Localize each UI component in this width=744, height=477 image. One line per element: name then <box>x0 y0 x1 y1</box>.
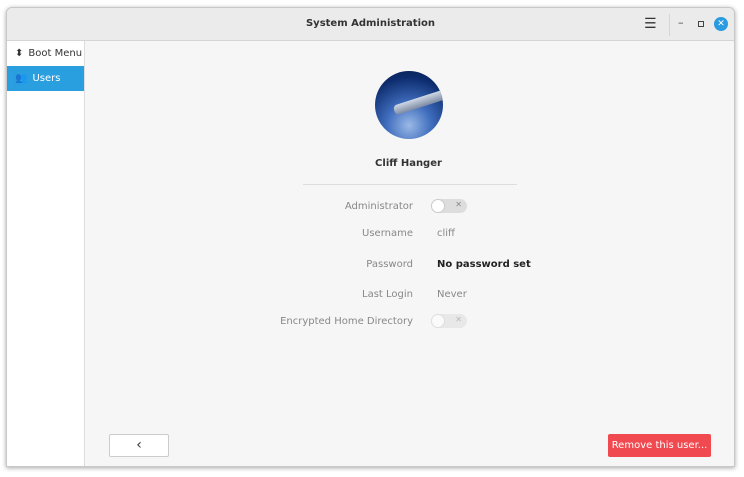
user-details: Cliff Hanger Administrator ✕ Username cl… <box>86 41 734 466</box>
app-window: System Administration ☰ – ✕ ⬍ Boot Menu 👥… <box>6 7 735 467</box>
username-value[interactable]: cliff <box>437 228 455 239</box>
administrator-label: Administrator <box>344 201 413 212</box>
chevron-up-down-icon: ⬍ <box>15 48 24 59</box>
last-login-label: Last Login <box>362 289 413 300</box>
minimize-button[interactable]: – <box>678 16 684 29</box>
administrator-row: Administrator ✕ <box>86 199 731 215</box>
last-login-row: Last Login Never <box>86 287 731 303</box>
administrator-toggle[interactable]: ✕ <box>431 199 467 213</box>
off-icon: ✕ <box>455 315 462 324</box>
username-label: Username <box>362 228 413 239</box>
sidebar-item-label: Boot Menu <box>28 48 83 59</box>
sidebar-item-boot-menu[interactable]: ⬍ Boot Menu <box>7 41 84 66</box>
encrypted-home-label: Encrypted Home Directory <box>280 316 413 327</box>
close-button[interactable]: ✕ <box>714 17 728 31</box>
avatar-wing-image <box>392 88 443 116</box>
password-value[interactable]: No password set <box>437 259 531 270</box>
divider <box>303 184 517 185</box>
username-row: Username cliff <box>86 226 731 242</box>
encrypted-home-toggle[interactable]: ✕ <box>431 314 467 328</box>
hamburger-menu-icon[interactable]: ☰ <box>644 17 657 31</box>
avatar[interactable] <box>375 71 443 139</box>
remove-user-button[interactable]: Remove this user... <box>608 434 711 457</box>
last-login-value: Never <box>437 289 467 300</box>
titlebar: System Administration ☰ – ✕ <box>7 8 734 41</box>
sidebar-item-label: Users <box>32 73 61 84</box>
encrypted-home-row: Encrypted Home Directory ✕ <box>86 314 731 330</box>
window-title: System Administration <box>305 18 436 29</box>
user-full-name[interactable]: Cliff Hanger <box>86 158 731 169</box>
password-label: Password <box>366 259 413 270</box>
sidebar-item-users[interactable]: 👥 Users <box>7 66 84 91</box>
users-icon: 👥 <box>15 73 28 84</box>
sidebar: ⬍ Boot Menu 👥 Users <box>7 41 85 466</box>
back-button[interactable]: ‹ <box>109 434 169 457</box>
password-row: Password No password set <box>86 257 731 273</box>
divider <box>669 14 670 36</box>
maximize-button[interactable] <box>698 21 704 27</box>
off-icon: ✕ <box>455 200 462 209</box>
